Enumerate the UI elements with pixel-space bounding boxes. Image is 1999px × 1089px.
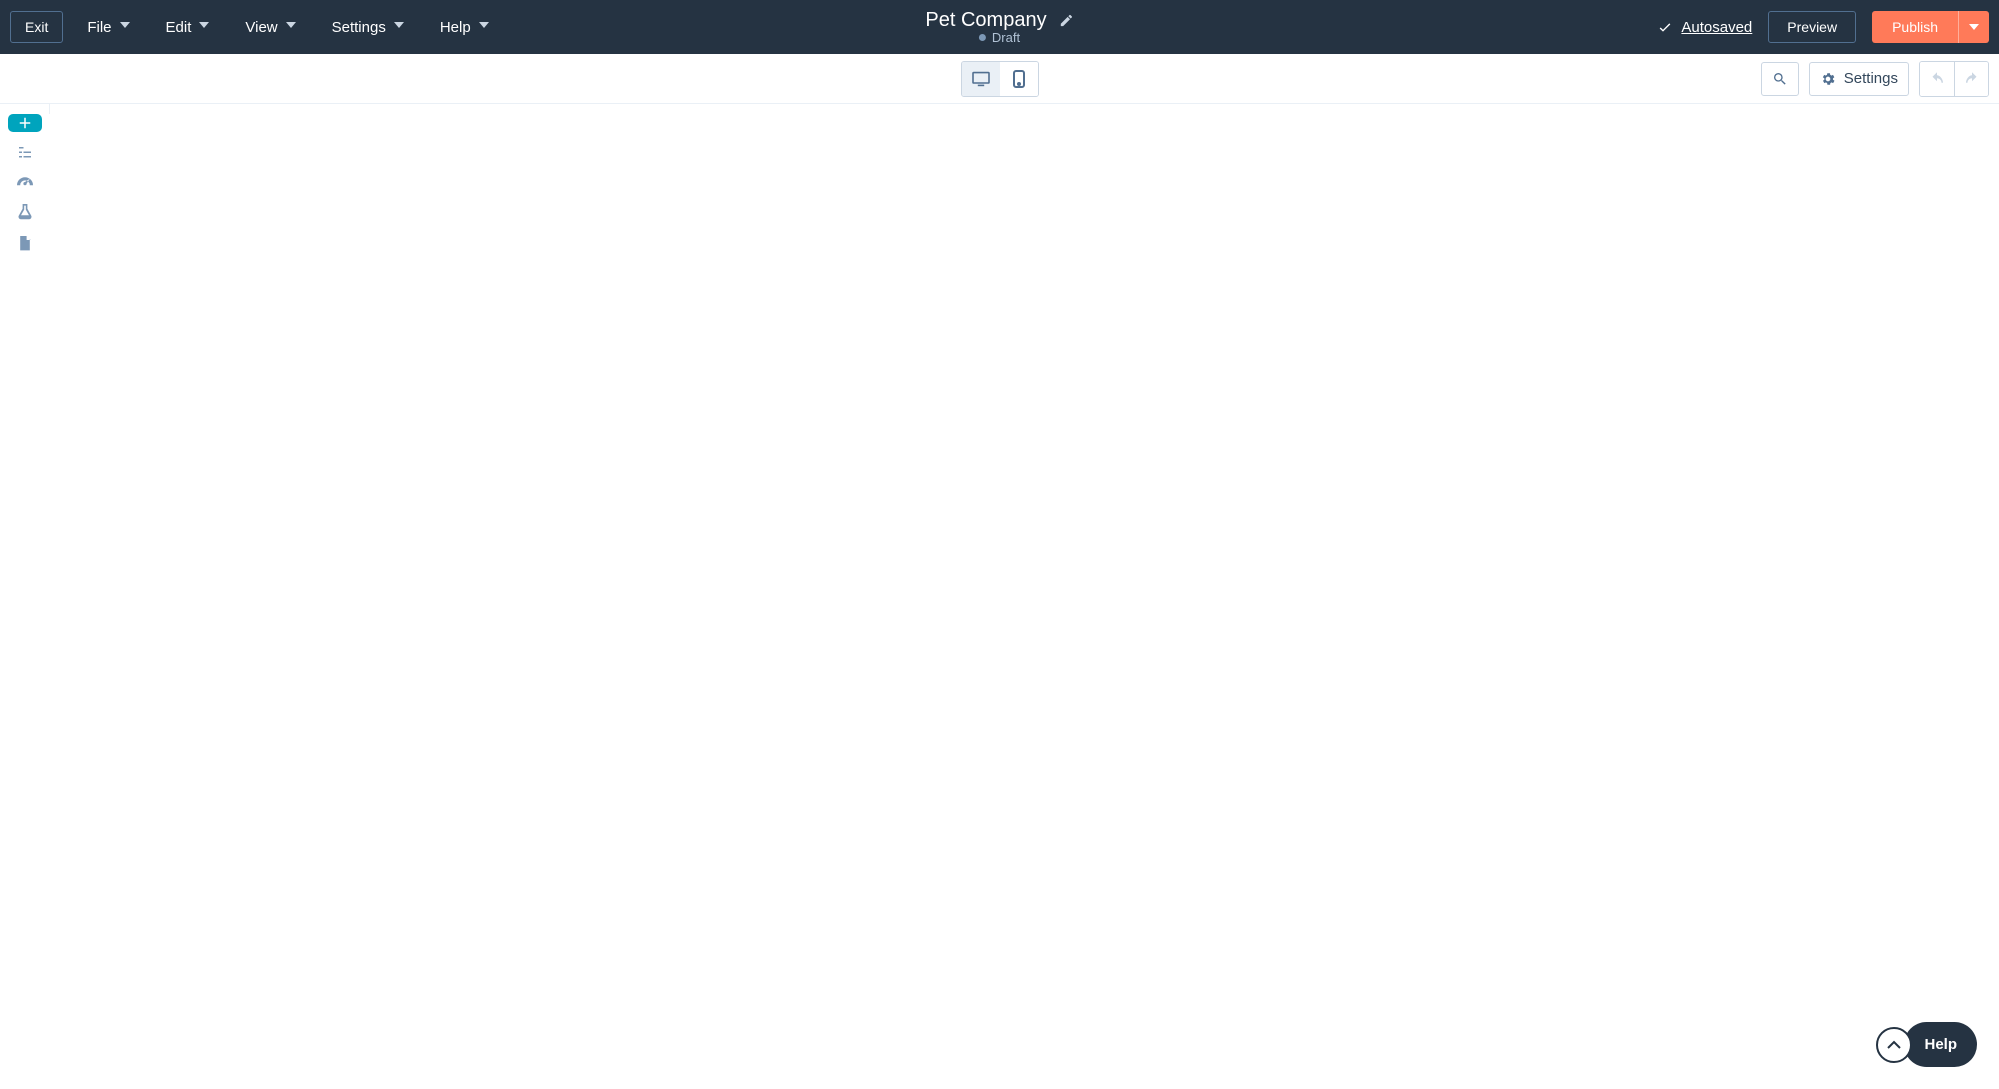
scroll-top-button[interactable] <box>1876 1027 1912 1063</box>
editor-toolbar: Settings <box>0 54 1999 104</box>
chevron-down-icon <box>479 22 489 32</box>
menu-view[interactable]: View <box>245 19 295 36</box>
menu-edit[interactable]: Edit <box>166 19 210 36</box>
chevron-down-icon <box>199 22 209 32</box>
tree-icon <box>16 144 34 162</box>
main-menu: File Edit View Settings Help <box>87 19 488 36</box>
status-dot-icon <box>979 34 986 41</box>
chevron-up-icon <box>1887 1040 1901 1050</box>
mobile-icon <box>1013 70 1025 88</box>
publish-group: Publish <box>1872 11 1989 43</box>
undo-redo-group <box>1919 61 1989 97</box>
redo-icon <box>1963 72 1981 86</box>
page-title: Pet Company <box>925 9 1046 32</box>
preview-button[interactable]: Preview <box>1768 11 1856 43</box>
page-title-block: Pet Company Draft <box>925 0 1073 54</box>
device-mobile-button[interactable] <box>1000 62 1038 96</box>
file-icon <box>17 234 33 254</box>
device-desktop-button[interactable] <box>962 62 1000 96</box>
autosaved-label: Autosaved <box>1681 19 1752 36</box>
menu-label: Edit <box>166 19 192 36</box>
page-status: Draft <box>979 30 1020 45</box>
flask-icon <box>17 202 33 222</box>
gear-icon <box>1820 71 1836 87</box>
edit-title-icon[interactable] <box>1059 13 1074 28</box>
help-button[interactable]: Help <box>1904 1022 1977 1067</box>
settings-label: Settings <box>1844 70 1898 87</box>
desktop-icon <box>971 71 991 87</box>
undo-button[interactable] <box>1920 62 1954 96</box>
chevron-down-icon <box>286 22 296 32</box>
menu-label: Help <box>440 19 471 36</box>
publish-dropdown[interactable] <box>1958 11 1989 43</box>
menu-help[interactable]: Help <box>440 19 489 36</box>
chevron-down-icon <box>120 22 130 32</box>
top-nav: Exit File Edit View Settings Help Pet Co… <box>0 0 1999 54</box>
rail-test-button[interactable] <box>8 202 42 222</box>
search-icon <box>1772 71 1788 87</box>
menu-settings[interactable]: Settings <box>332 19 404 36</box>
plus-icon <box>16 114 34 132</box>
chevron-down-icon <box>394 22 404 32</box>
menu-file[interactable]: File <box>87 19 129 36</box>
exit-button[interactable]: Exit <box>10 11 63 43</box>
gauge-icon <box>15 174 35 190</box>
menu-label: View <box>245 19 277 36</box>
autosaved-indicator[interactable]: Autosaved <box>1657 19 1752 36</box>
rail-add-button[interactable] <box>8 114 42 132</box>
redo-button[interactable] <box>1954 62 1988 96</box>
status-label: Draft <box>992 30 1020 45</box>
publish-button[interactable]: Publish <box>1872 11 1958 43</box>
menu-label: Settings <box>332 19 386 36</box>
rail-contents-button[interactable] <box>8 144 42 162</box>
undo-icon <box>1928 72 1946 86</box>
toolbar-settings-button[interactable]: Settings <box>1809 62 1909 96</box>
check-icon <box>1657 19 1673 35</box>
left-rail <box>0 104 50 114</box>
device-toggle <box>961 61 1039 97</box>
menu-label: File <box>87 19 111 36</box>
toolbar-search-button[interactable] <box>1761 62 1799 96</box>
chevron-down-icon <box>1969 24 1979 30</box>
rail-file-button[interactable] <box>8 234 42 254</box>
help-fab: Help <box>1876 1022 1977 1067</box>
rail-optimize-button[interactable] <box>8 174 42 190</box>
